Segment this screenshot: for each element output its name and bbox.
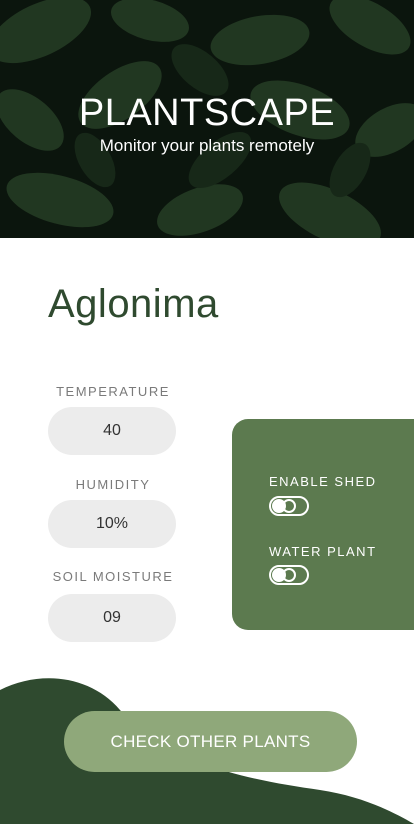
toggle-ring bbox=[282, 499, 296, 513]
enable-shed-toggle[interactable] bbox=[269, 496, 309, 516]
soil-moisture-value: 09 bbox=[48, 594, 176, 642]
header-banner: PLANTSCAPE Monitor your plants remotely bbox=[0, 0, 414, 238]
soil-moisture-label: SOIL MOISTURE bbox=[52, 569, 174, 584]
app-subtitle: Monitor your plants remotely bbox=[99, 136, 315, 155]
toggle-ring bbox=[282, 568, 296, 582]
temperature-label: TEMPERATURE bbox=[56, 384, 170, 399]
enable-shed-label: ENABLE SHED bbox=[269, 474, 377, 489]
humidity-label: HUMIDITY bbox=[75, 477, 151, 492]
control-panel: ENABLE SHED WATER PLANT bbox=[232, 419, 414, 630]
plant-name: Aglonima bbox=[48, 282, 219, 326]
app-title: PLANTSCAPE bbox=[78, 92, 336, 134]
temperature-value: 40 bbox=[48, 407, 176, 455]
check-other-plants-button[interactable]: CHECK OTHER PLANTS bbox=[64, 711, 357, 772]
water-plant-toggle[interactable] bbox=[269, 565, 309, 585]
humidity-value: 10% bbox=[48, 500, 176, 548]
water-plant-label: WATER PLANT bbox=[269, 544, 377, 559]
